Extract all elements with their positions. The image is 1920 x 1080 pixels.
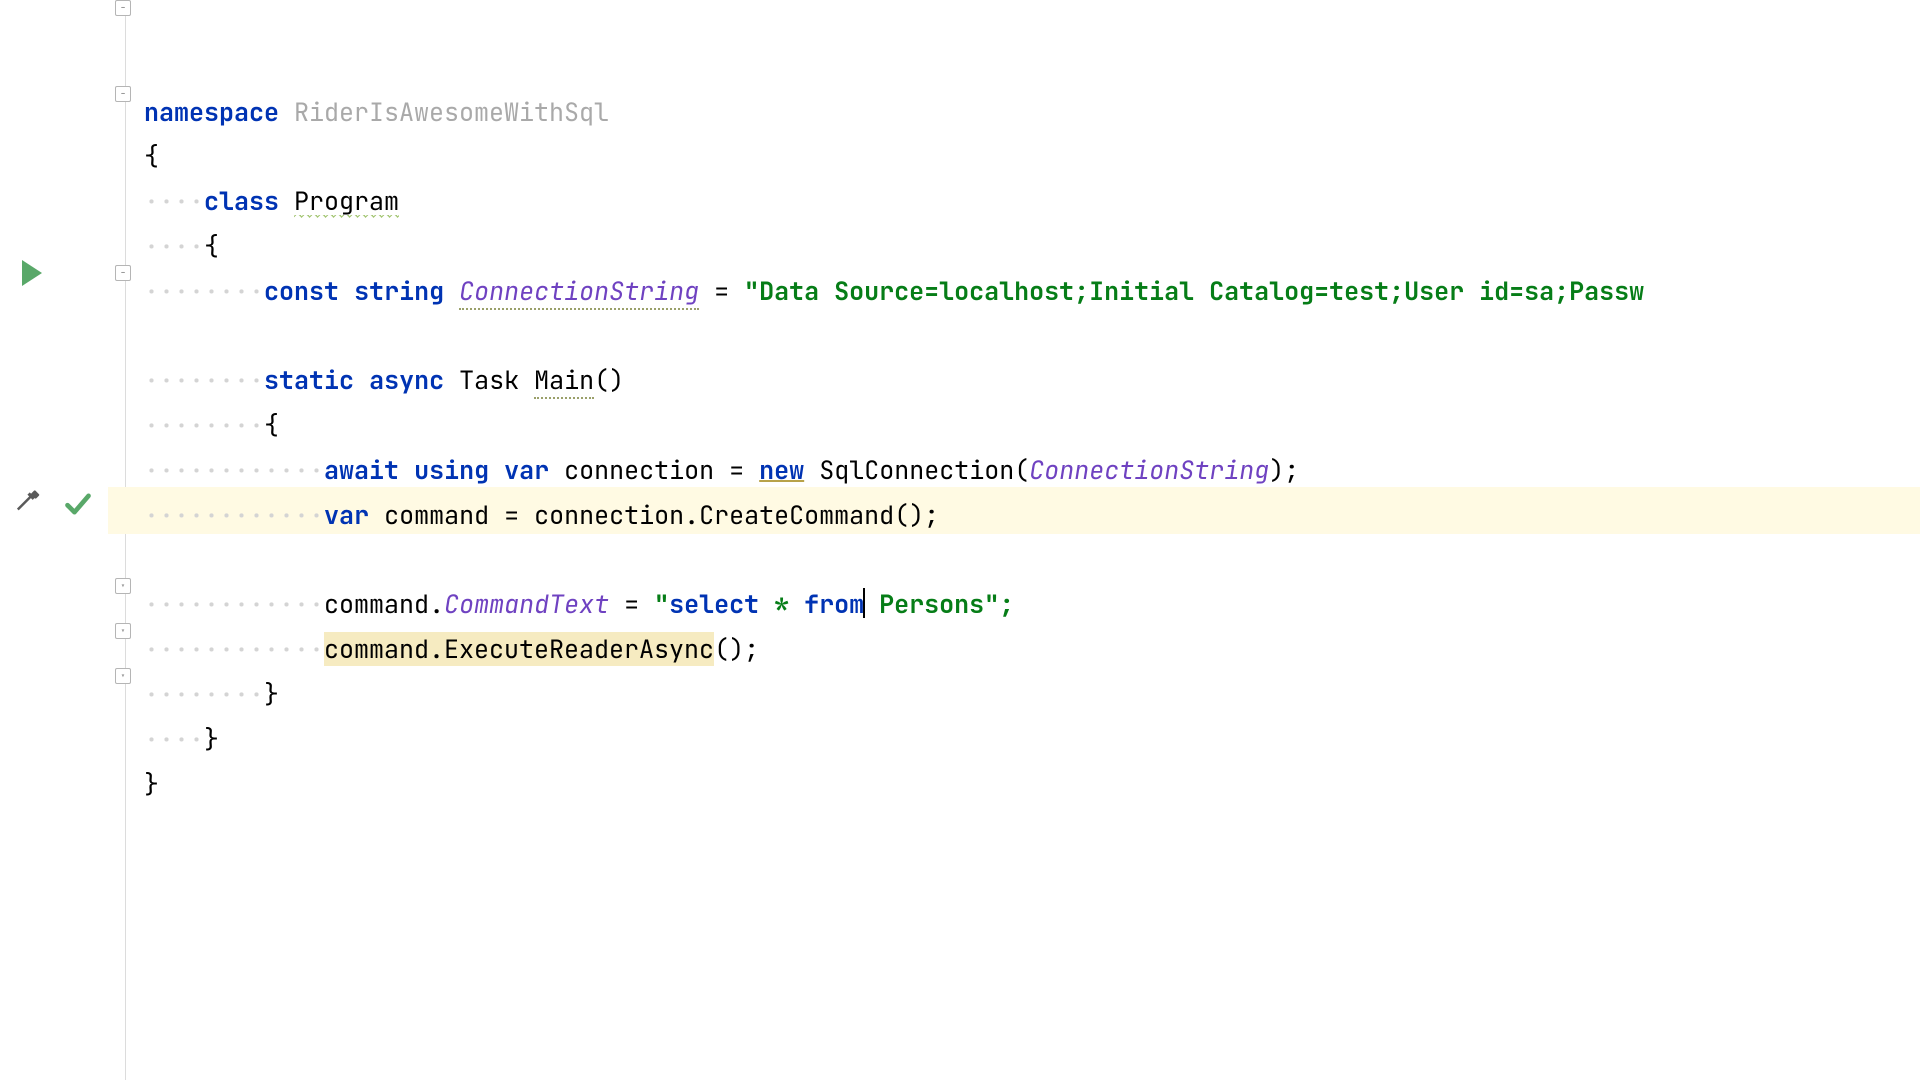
type-task: Task [459,363,519,397]
keyword-using: using [414,453,489,487]
brace: { [204,229,219,263]
code-text[interactable]: namespace RiderIsAwesomeWithSql{····clas… [144,90,1920,807]
indent: ···· [264,498,324,532]
editor-root: namespace RiderIsAwesomeWithSql{····clas… [0,0,1920,1080]
indent: ···· [144,363,204,397]
indent: ···· [144,408,204,442]
expr-executereader: command.ExecuteReaderAsync [324,632,714,666]
indent: ···· [144,632,204,666]
indent: ···· [204,363,264,397]
indent: ···· [204,498,264,532]
indent: ···· [204,632,264,666]
class-name: Program [294,184,399,218]
sql-star: * [759,587,804,621]
equals: = [489,498,534,532]
indent: ···· [204,677,264,711]
run-icon[interactable] [22,260,42,286]
sql-persons: Persons [864,587,984,621]
brace: } [264,677,279,711]
code-area[interactable]: namespace RiderIsAwesomeWithSql{····clas… [126,0,1920,1080]
brace: { [264,408,279,442]
indent: ···· [204,274,264,308]
brace: } [204,722,219,756]
indent: ···· [144,184,204,218]
keyword-const: const [264,274,339,308]
brace: } [144,767,159,801]
brace: { [144,139,159,173]
indent: ···· [144,274,204,308]
var-command: command [384,498,489,532]
indent: ···· [144,677,204,711]
parens: () [594,363,624,397]
dot: . [429,587,444,621]
indent: ···· [144,453,204,487]
equals: = [714,453,759,487]
indent: ···· [144,229,204,263]
indent: ···· [264,587,324,621]
exec-tail: (); [714,632,759,666]
indent: ···· [144,498,204,532]
indent: ···· [264,632,324,666]
prop-commandtext: CommandText [444,587,609,621]
check-icon[interactable] [64,490,92,518]
indent: ···· [204,587,264,621]
namespace-name: RiderIsAwesomeWithSql [294,95,609,129]
connstr-ref: ConnectionString [1029,453,1269,487]
keyword-var: var [504,453,549,487]
method-main: Main [534,363,594,399]
keyword-new: new [759,453,804,487]
keyword-await: await [324,453,399,487]
keyword-namespace: namespace [144,95,279,129]
expr-createcommand: connection.CreateCommand(); [534,498,939,532]
indent: ···· [144,587,204,621]
keyword-var: var [324,498,369,532]
keyword-class: class [204,184,279,218]
hammer-icon[interactable] [14,490,42,518]
string-literal: "Data Source=localhost;Initial Catalog=t… [744,274,1644,308]
sql-from: from [804,587,864,621]
indent: ···· [264,453,324,487]
indent: ···· [144,722,204,756]
keyword-string: string [354,274,444,308]
gutter [0,0,126,1080]
connstr-ident: ConnectionString [459,274,699,310]
indent: ···· [204,453,264,487]
paren: ( [1014,453,1029,487]
paren-semi: ); [1269,453,1299,487]
keyword-async: async [369,363,444,397]
sql-select: select [669,587,759,621]
indent: ···· [204,408,264,442]
keyword-static: static [264,363,354,397]
type-sqlconnection: SqlConnection [819,453,1014,487]
var-connection: connection [564,453,714,487]
equals: = [699,274,744,308]
string-quote: " [654,587,669,621]
string-close: "; [984,587,1014,621]
equals: = [609,587,654,621]
var-command: command [324,587,429,621]
